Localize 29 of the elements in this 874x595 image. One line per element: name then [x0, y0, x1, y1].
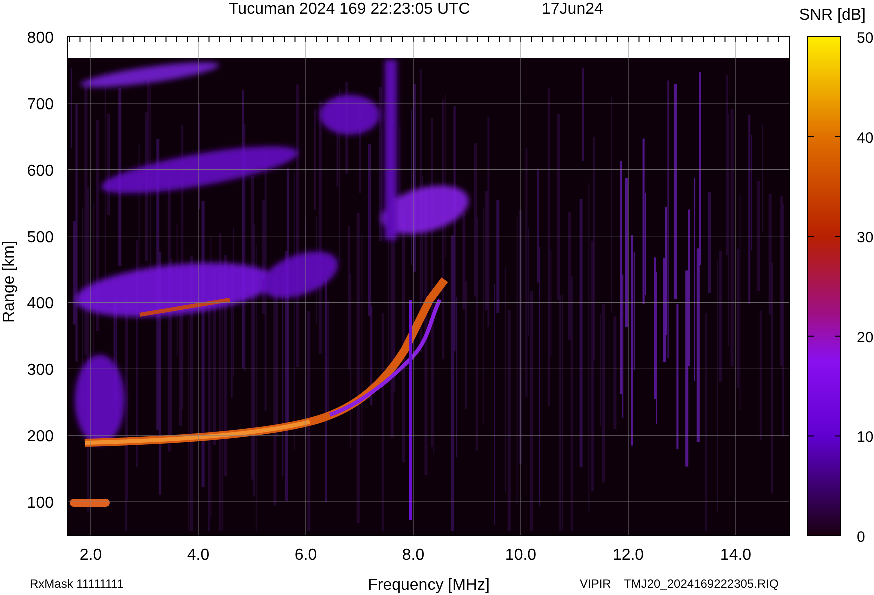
date-label: 17Jun24 — [542, 1, 604, 18]
colorbar-tick-label: 50 — [857, 30, 874, 47]
x-tick-label: 12.0 — [612, 547, 644, 564]
x-tick-label: 4.0 — [187, 547, 210, 564]
y-tick-label: 500 — [27, 229, 54, 246]
x-tick-label: 6.0 — [294, 547, 318, 564]
instrument-label: VIPIR — [580, 577, 612, 591]
colorbar-tick-label: 40 — [857, 130, 874, 147]
colorbar-tick-label: 20 — [857, 329, 874, 346]
file-name-label: TMJ20_2024169222305.RIQ — [624, 577, 779, 591]
y-tick-label: 700 — [27, 96, 54, 114]
rx-mask-label: RxMask 11111111 — [30, 577, 124, 591]
y-tick-label: 800 — [27, 30, 54, 47]
y-tick-label: 300 — [27, 362, 54, 380]
colorbar-tick-label: 0 — [857, 529, 866, 546]
x-tick-label: 8.0 — [402, 547, 425, 564]
colorbar-label: SNR [dB] — [799, 7, 866, 24]
x-tick-label: 10.0 — [505, 547, 537, 564]
y-tick-label: 200 — [27, 428, 54, 446]
y-axis-label: Range [km] — [1, 241, 18, 323]
y-tick-label: 400 — [27, 296, 54, 313]
colorbar-tick-label: 30 — [857, 230, 874, 247]
y-tick-label: 600 — [27, 162, 54, 180]
x-axis-label: Frequency [MHz] — [368, 577, 490, 594]
x-tick-label: 14.0 — [720, 547, 752, 564]
y-tick-label: 100 — [27, 495, 54, 512]
colorbar-tick-label: 10 — [857, 429, 874, 446]
chart-title: Tucuman 2024 169 22:23:05 UTC — [229, 1, 470, 18]
x-tick-label: 2.0 — [80, 547, 102, 564]
